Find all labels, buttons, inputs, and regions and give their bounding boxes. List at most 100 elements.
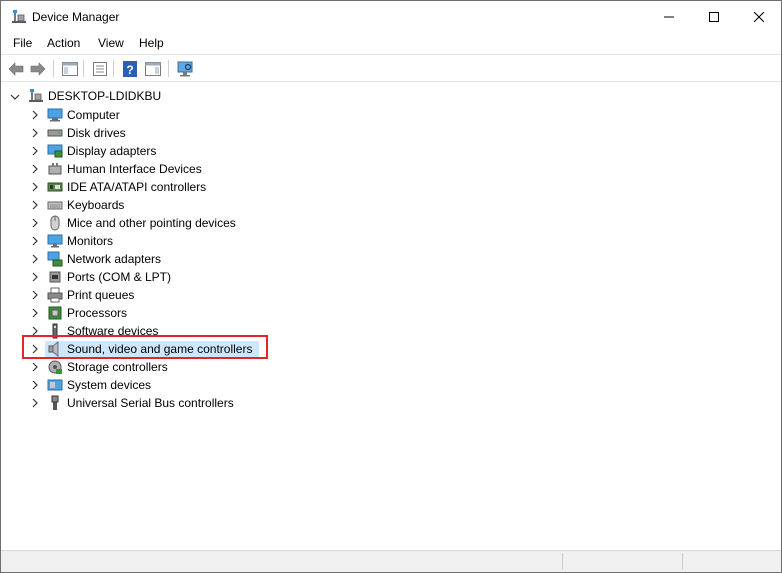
tree-item-keyboards[interactable]: Keyboards [67,198,124,212]
minimize-icon [664,16,674,18]
expand-chevron-network-adapters[interactable] [30,250,40,268]
status-bar [1,550,781,572]
chevron-right-icon [32,398,38,408]
storage-controller-icon [48,360,62,374]
tree-item-human-interface-devices[interactable]: Human Interface Devices [67,162,202,176]
device-manager-app-icon [12,10,26,23]
highlight-annotation-box [22,335,268,359]
tree-item-storage-controllers[interactable]: Storage controllers [67,360,168,374]
menu-help[interactable]: Help [138,36,165,50]
tree-item-monitors[interactable]: Monitors [67,234,113,248]
expand-chevron-processors[interactable] [30,304,40,322]
tree-item-network-adapters[interactable]: Network adapters [67,252,161,266]
computer-icon [47,108,63,122]
chevron-right-icon [32,308,38,318]
toolbar-separator [53,60,54,77]
ide-controller-icon [47,182,63,192]
menu-action[interactable]: Action [46,36,81,50]
expand-chevron-ports-com-lpt[interactable] [30,268,40,286]
root-collapse-chevron[interactable] [10,88,20,106]
chevron-right-icon [32,182,38,192]
hid-icon [48,163,62,175]
chevron-right-icon [32,164,38,174]
expand-chevron-monitors[interactable] [30,232,40,250]
help-icon: ? [123,60,137,77]
network-adapter-icon [47,251,63,267]
expand-chevron-ide-ata-atapi-controllers[interactable] [30,178,40,196]
device-manager-window: Device Manager File Action View Help ? D… [0,0,782,573]
properties-button[interactable] [90,59,110,78]
root-node-label[interactable]: DESKTOP-LDIDKBU [48,89,161,103]
device-tree[interactable]: DESKTOP-LDIDKBU Computer Disk drives Displ… [3,84,779,549]
help-button[interactable]: ? [120,59,140,78]
chevron-right-icon [32,218,38,228]
expand-chevron-universal-serial-bus-controllers[interactable] [30,394,40,412]
window-title: Device Manager [32,10,120,24]
expand-chevron-computer[interactable] [30,106,40,124]
expand-chevron-print-queues[interactable] [30,286,40,304]
show-hide-console-tree-icon [62,61,78,76]
tree-item-system-devices[interactable]: System devices [67,378,151,392]
menu-file[interactable]: File [12,36,33,50]
scan-hardware-button[interactable] [175,59,195,78]
chevron-right-icon [32,128,38,138]
usb-icon [51,395,59,410]
tree-item-ide-ata-atapi-controllers[interactable]: IDE ATA/ATAPI controllers [67,180,206,194]
tree-item-disk-drives[interactable]: Disk drives [67,126,126,140]
forward-button[interactable] [28,59,48,78]
toolbar-separator [113,60,114,77]
chevron-right-icon [32,380,38,390]
toolbar: ? [1,54,781,82]
close-button[interactable] [736,1,782,33]
show-hide-console-tree-button[interactable] [60,59,80,78]
menu-bar: File Action View Help [1,33,781,54]
expand-chevron-disk-drives[interactable] [30,124,40,142]
disk-drive-icon [47,129,63,137]
action-pane-icon [145,61,161,76]
chevron-right-icon [32,272,38,282]
expand-chevron-system-devices[interactable] [30,376,40,394]
tree-item-ports-com-lpt[interactable]: Ports (COM & LPT) [67,270,171,284]
system-devices-icon [47,379,63,391]
chevron-right-icon [32,236,38,246]
back-icon [8,61,24,76]
printer-icon [47,287,63,303]
chevron-right-icon [32,110,38,120]
processor-icon [48,306,62,320]
chevron-right-icon [32,254,38,264]
properties-icon [93,61,107,76]
expand-chevron-human-interface-devices[interactable] [30,160,40,178]
computer-root-icon [29,89,43,102]
status-separator [562,553,563,570]
svg-text:?: ? [126,63,133,77]
mouse-icon [50,215,60,231]
chevron-right-icon [32,290,38,300]
close-icon [754,12,764,22]
display-adapter-icon [47,144,63,158]
back-button[interactable] [6,59,26,78]
keyboard-icon [47,201,63,210]
forward-icon [30,61,46,76]
minimize-button[interactable] [646,1,692,33]
tree-item-universal-serial-bus-controllers[interactable]: Universal Serial Bus controllers [67,396,234,410]
tree-item-display-adapters[interactable]: Display adapters [67,144,156,158]
menu-view[interactable]: View [97,36,125,50]
monitor-icon [47,234,63,248]
action-pane-button[interactable] [143,59,163,78]
title-bar[interactable]: Device Manager [1,1,781,33]
expand-chevron-keyboards[interactable] [30,196,40,214]
tree-item-processors[interactable]: Processors [67,306,127,320]
maximize-button[interactable] [691,1,737,33]
port-icon [49,271,61,283]
maximize-icon [709,12,719,22]
tree-item-computer[interactable]: Computer [67,108,120,122]
expand-chevron-mice-and-other-pointing-devices[interactable] [30,214,40,232]
status-separator [682,553,683,570]
tree-item-mice-and-other-pointing-devices[interactable]: Mice and other pointing devices [67,216,236,230]
tree-item-print-queues[interactable]: Print queues [67,288,134,302]
toolbar-separator [83,60,84,77]
expand-chevron-display-adapters[interactable] [30,142,40,160]
chevron-right-icon [32,146,38,156]
expand-chevron-storage-controllers[interactable] [30,358,40,376]
chevron-down-icon [10,94,20,100]
